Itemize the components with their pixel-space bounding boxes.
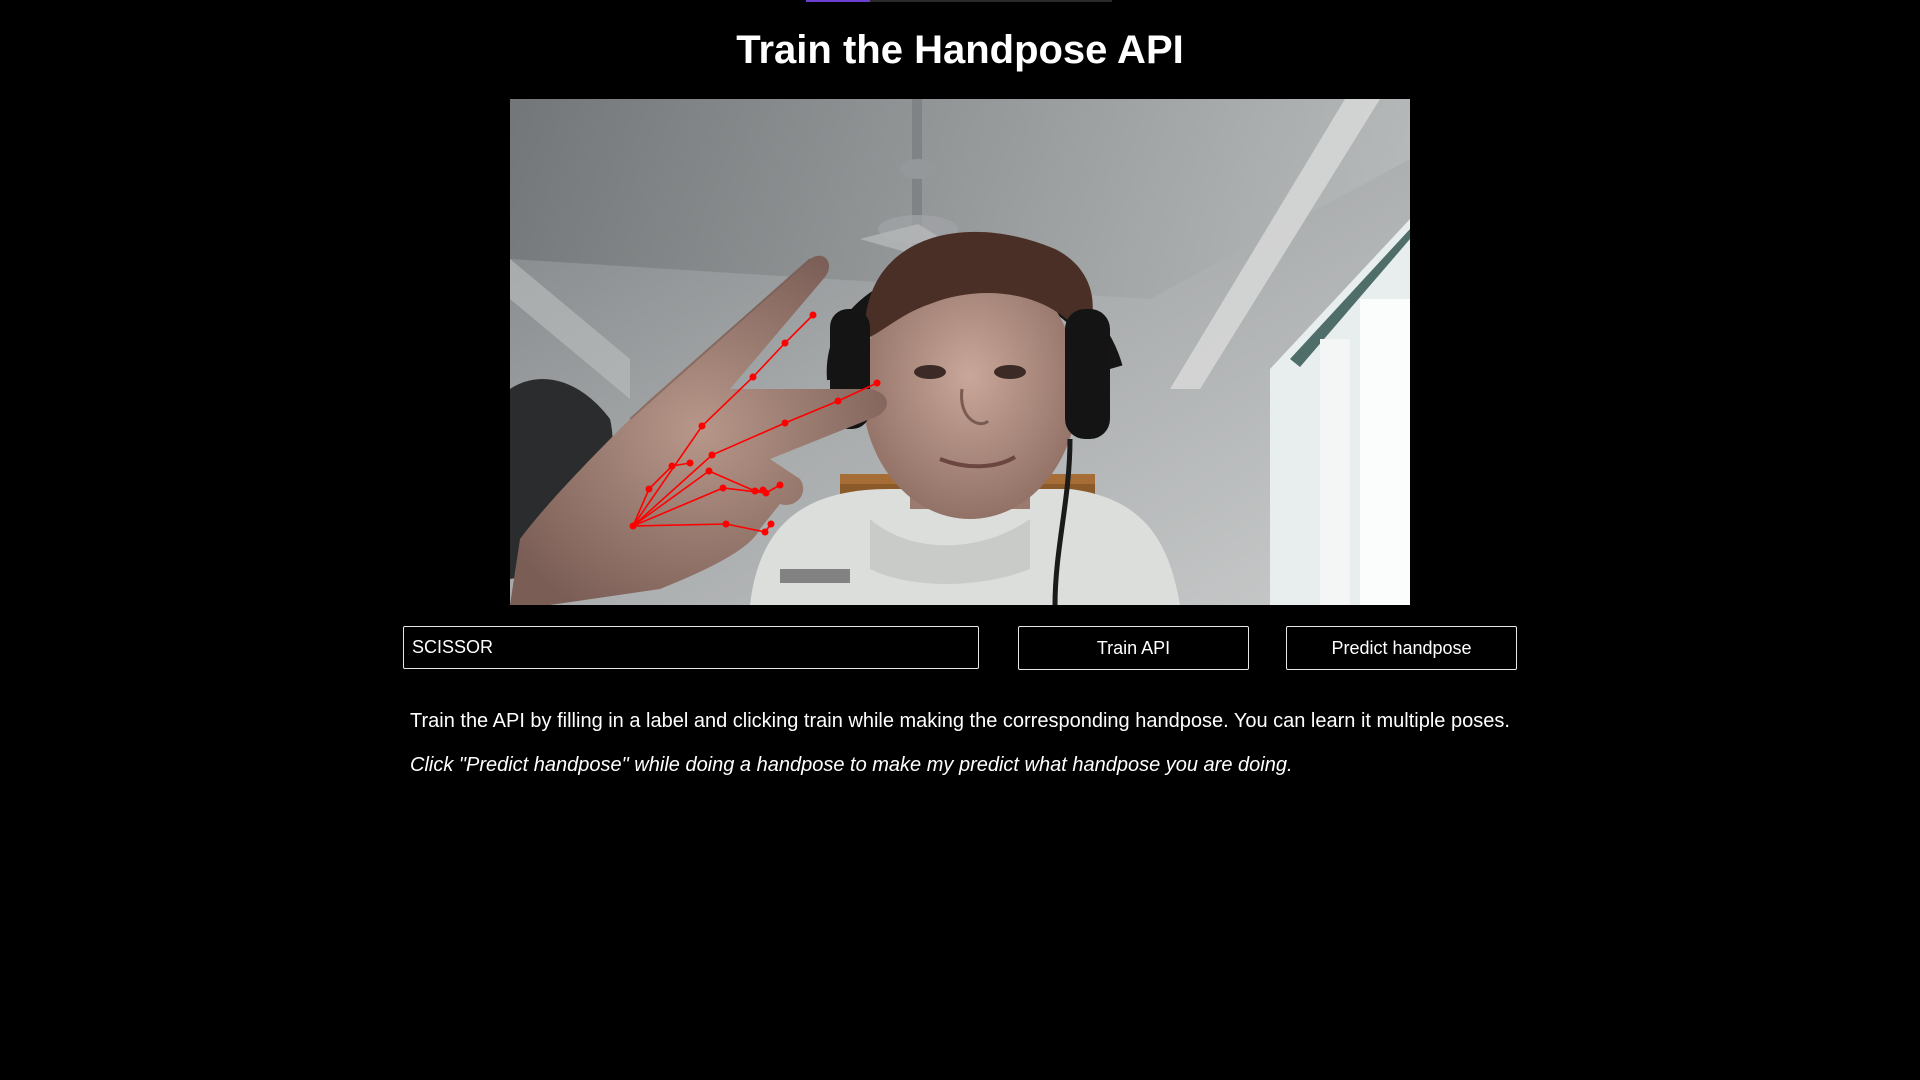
skeleton-lines xyxy=(632,314,878,533)
train-api-button[interactable]: Train API xyxy=(1018,626,1249,670)
webcam-video xyxy=(510,99,1410,605)
page-title: Train the Handpose API xyxy=(736,28,1184,72)
instructions-text: Train the API by filling in a label and … xyxy=(410,710,1510,732)
keypoint xyxy=(668,462,676,470)
keypoint xyxy=(645,485,653,493)
keypoint xyxy=(705,467,713,475)
keypoint xyxy=(781,339,789,347)
pose-label-input[interactable] xyxy=(403,626,979,669)
keypoint xyxy=(698,422,706,430)
keypoint xyxy=(761,528,769,536)
keypoint xyxy=(749,373,757,381)
keypoint xyxy=(767,520,775,528)
predict-hint-text: Click "Predict handpose" while doing a h… xyxy=(410,754,1293,776)
keypoint xyxy=(776,481,784,489)
keypoint xyxy=(719,484,727,492)
top-progress-segment xyxy=(806,0,870,2)
keypoint xyxy=(708,451,716,459)
keypoint xyxy=(873,379,881,387)
keypoint xyxy=(809,311,817,319)
keypoint-wrist xyxy=(629,522,637,530)
keypoint xyxy=(722,520,730,528)
keypoint xyxy=(834,397,842,405)
keypoint xyxy=(686,459,694,467)
keypoint xyxy=(751,487,759,495)
handpose-skeleton xyxy=(629,311,881,536)
keypoint xyxy=(762,489,770,497)
predict-handpose-button[interactable]: Predict handpose xyxy=(1286,626,1517,670)
keypoint xyxy=(781,419,789,427)
